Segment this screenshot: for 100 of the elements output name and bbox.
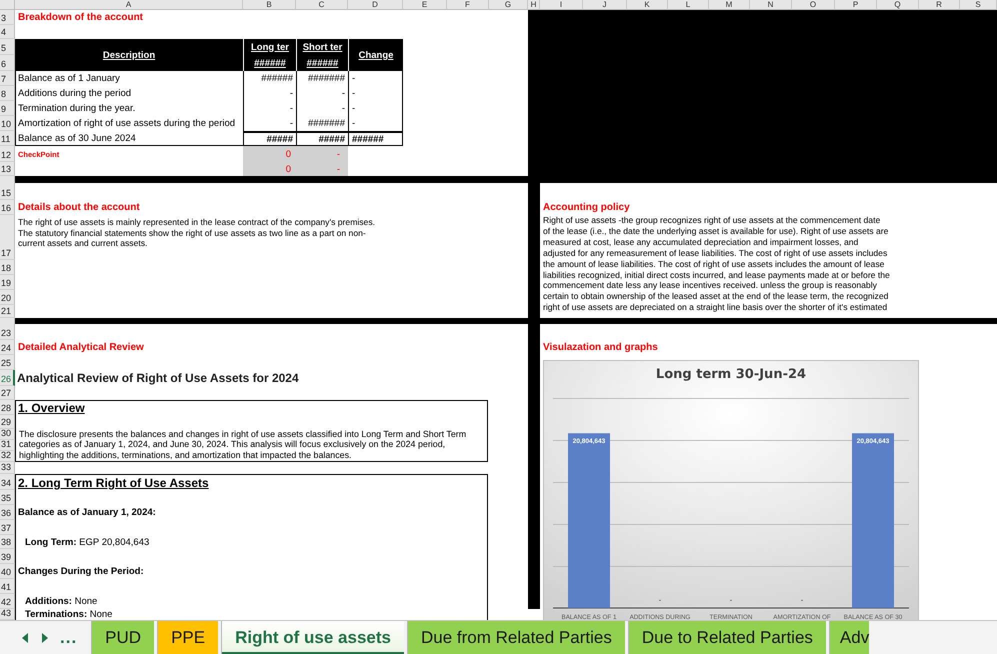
row-header[interactable]: 23 [0,324,15,340]
column-header[interactable]: H [528,0,540,10]
column-header[interactable]: B [243,0,296,10]
row-header[interactable]: 36 [0,505,15,520]
column-header[interactable]: O [792,0,835,10]
section-title: Details about the account [17,201,141,215]
detail-line: Terminations: None [24,609,112,620]
section-title: Detailed Analytical Review [17,341,145,355]
table-cell: ####### [296,71,348,86]
row-header[interactable]: 15 [0,183,15,200]
sheet-tab[interactable]: PUD [91,621,154,654]
row-header[interactable]: 13 [0,162,15,176]
subheading: Changes During the Period: [17,565,144,579]
column-header[interactable]: G [489,0,528,10]
table-cell-text: Termination during the year. [17,102,136,116]
row-header[interactable]: 17 [0,215,15,260]
column-header[interactable]: I [540,0,583,10]
table-cell: - [243,86,296,101]
table-cell: - [348,71,403,86]
table-cell: ###### [243,71,296,86]
table-cell-text: Amortization of right of use assets during the period [17,117,236,131]
row-header[interactable]: 20 [0,290,15,305]
row-header[interactable]: 26 [0,370,15,386]
row-header[interactable]: 40 [0,564,15,579]
column-header[interactable]: N [750,0,792,10]
column-header[interactable]: D [348,0,403,10]
column-heading: Long ter [243,39,296,55]
row-header[interactable]: 18 [0,260,15,275]
column-header[interactable]: R [919,0,960,10]
row-header[interactable]: 30 [0,429,15,440]
column-header[interactable]: K [627,0,668,10]
sheet-tab[interactable]: Right of use assets [221,621,404,654]
row-header[interactable]: 8 [0,86,15,101]
column-heading: Short ter [296,39,348,55]
row-header[interactable]: 16 [0,200,15,215]
row-header[interactable]: 34 [0,474,15,490]
scroll-right-icon[interactable] [41,633,48,643]
section-heading: 1. Overview [17,400,85,415]
details-paragraph: The right of use assets is mainly represented in the lease contract of the company's premises. The statutory financial statements show the right of use assets as two line as a part on non- current assets and current assets. [17,216,376,250]
detail-line: Long Term: EGP 20,804,643 [24,536,150,549]
overview-paragraph: The disclosure presents the balances and changes in right of use assets classified into Long Term and Short Term categories as of January 1, 2024, and June 30, 2024. This analysis will focus exclusively on the 2024 period, highlighting the additions, terminations, and amortization that impacted the balances. [18,429,468,460]
column-header[interactable]: Q [877,0,919,10]
review-heading: Analytical Review of Right of Use Assets for 2024 [16,370,300,386]
column-heading: ###### [296,55,348,71]
row-header[interactable]: 9 [0,101,15,116]
column-header[interactable]: C [296,0,348,10]
row-header[interactable]: 19 [0,275,15,290]
section-title: Breakdown of the account [17,11,144,25]
row-header[interactable]: 43 [0,609,15,620]
table-cell: - [348,86,403,101]
row-header[interactable]: 29 [0,415,15,429]
row-header[interactable]: 3 [0,10,15,25]
column-header[interactable]: M [709,0,750,10]
row-header[interactable]: 27 [0,386,15,400]
row-header[interactable]: 10 [0,116,15,131]
row-header-strip [0,176,15,183]
more-sheets-button[interactable]: ... [60,628,78,648]
row-header[interactable]: 5 [0,39,15,55]
row-header[interactable]: 39 [0,549,15,564]
row-header[interactable]: 25 [0,355,15,370]
sheet-tab[interactable]: PPE [157,621,218,654]
table-cell: ###### [348,131,403,146]
table-cell: - [296,86,348,101]
column-heading: ###### [243,55,296,71]
table-cell-text: Additions during the period [17,87,132,101]
row-header[interactable]: 12 [0,146,15,162]
row-header[interactable]: 32 [0,451,15,462]
table-cell: ####### [296,116,348,131]
table-cell: - [296,101,348,116]
row-header[interactable]: 21 [0,305,15,318]
subheading: Balance as of January 1, 2024: [17,506,156,520]
row-header[interactable]: 11 [0,131,15,146]
row-header[interactable]: 42 [0,594,15,609]
scroll-left-icon[interactable] [22,633,29,643]
column-header[interactable]: J [583,0,627,10]
column-header[interactable]: L [668,0,709,10]
table-cell-text: Balance as of 30 June 2024 [17,132,137,146]
row-header[interactable]: 37 [0,520,15,535]
column-header[interactable]: S [960,0,997,10]
row-header[interactable]: 41 [0,579,15,594]
column-header[interactable]: F [447,0,489,10]
row-header[interactable]: 31 [0,440,15,451]
section-title: Accounting policy [542,201,631,215]
column-header[interactable]: A [15,0,243,10]
row-header[interactable]: 35 [0,490,15,505]
row-header[interactable]: 38 [0,535,15,549]
checkpoint-value: 0 [284,148,292,162]
chart-title: Long term 30-Jun-24 [656,367,806,382]
row-header[interactable]: 33 [0,462,15,474]
row-header[interactable]: 24 [0,340,15,355]
checkpoint-value: 0 [284,162,292,176]
sheet-tab[interactable]: Due to Related Parties [628,621,826,654]
column-heading: Description [15,39,243,71]
row-header[interactable]: 6 [0,55,15,71]
column-header[interactable]: E [403,0,447,10]
column-header[interactable]: P [835,0,877,10]
sheet-tab[interactable]: Due from Related Parties [406,621,625,654]
row-header[interactable]: 7 [0,71,15,86]
row-header[interactable]: 28 [0,400,15,415]
row-header[interactable]: 4 [0,25,15,39]
